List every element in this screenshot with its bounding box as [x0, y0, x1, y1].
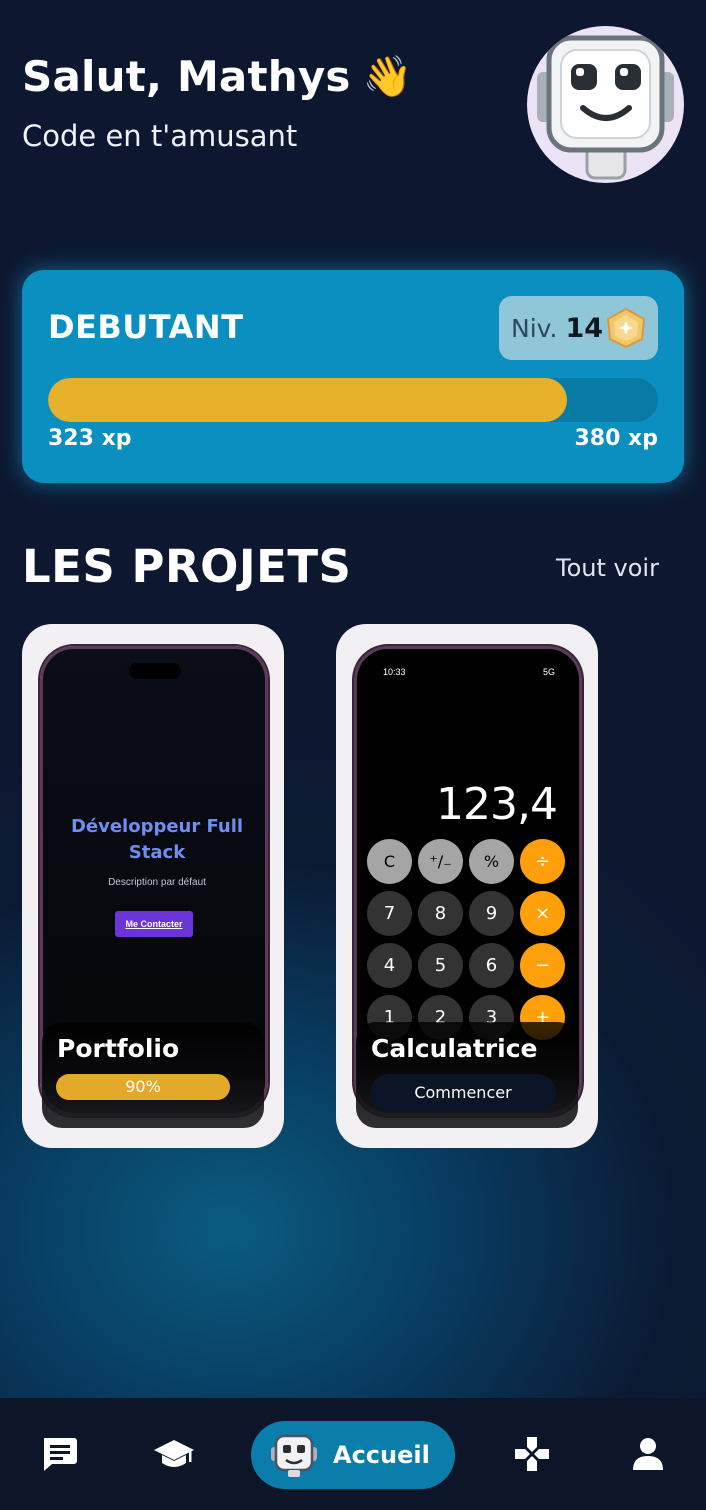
- nav-profile[interactable]: [626, 1432, 670, 1476]
- status-time: 10:33: [383, 667, 406, 677]
- xp-target: 380 xp: [574, 426, 658, 451]
- nav-home-label: Accueil: [333, 1441, 430, 1469]
- xp-progress-bar: [48, 378, 658, 422]
- calc-key: C: [367, 839, 412, 884]
- calc-key: 9: [469, 891, 514, 936]
- robot-avatar-icon: [537, 35, 674, 180]
- project-info: Calculatrice Commencer: [356, 1022, 578, 1128]
- nav-games[interactable]: [510, 1432, 554, 1476]
- calc-key: 4: [367, 943, 412, 988]
- xp-current: 323 xp: [48, 426, 132, 451]
- header: Salut, Mathys 👋 Code en t'amusant: [22, 52, 522, 153]
- level-card[interactable]: DEBUTANT Niv. 14 323 xp 380 xp: [22, 270, 684, 483]
- phone-notch: [129, 663, 181, 679]
- niv-label: Niv.: [511, 313, 558, 343]
- wave-icon: 👋: [362, 54, 413, 99]
- calc-key: −: [520, 943, 565, 988]
- calc-key: 7: [367, 891, 412, 936]
- nav-learn[interactable]: [152, 1432, 196, 1476]
- calc-keypad: C ⁺∕₋ % ÷ 7 8 9 × 4 5 6 − 1 2 3 +: [367, 839, 565, 1040]
- gamepad-icon: [515, 1437, 549, 1471]
- calc-key: ÷: [520, 839, 565, 884]
- calc-key: 6: [469, 943, 514, 988]
- level-rank: DEBUTANT: [48, 308, 244, 346]
- greeting-row: Salut, Mathys 👋: [22, 52, 522, 101]
- robot-icon: [271, 1434, 317, 1477]
- see-all-link[interactable]: Tout voir: [556, 554, 659, 582]
- calc-key: ⁺∕₋: [418, 839, 463, 884]
- calc-display: 123,4: [436, 779, 558, 830]
- calc-key: 8: [418, 891, 463, 936]
- profile-avatar[interactable]: [527, 26, 684, 183]
- project-name: Calculatrice: [371, 1034, 538, 1063]
- calc-key: ×: [520, 891, 565, 936]
- gem-icon: [606, 307, 646, 349]
- greeting-subtitle: Code en t'amusant: [22, 119, 298, 153]
- section-title: LES PROJETS: [22, 540, 352, 593]
- preview-title: Développeur Full Stack: [70, 816, 244, 863]
- preview-contact-button: Me Contacter: [115, 911, 193, 937]
- user-icon: [633, 1438, 663, 1470]
- calc-key: %: [469, 839, 514, 884]
- greeting-title: Salut, Mathys: [22, 52, 351, 101]
- project-progress: 90%: [56, 1074, 230, 1100]
- project-card-portfolio[interactable]: Développeur Full Stack Description par d…: [22, 624, 284, 1148]
- project-card-calculatrice[interactable]: 10:33 5G 123,4 C ⁺∕₋ % ÷ 7 8 9 × 4 5 6 −…: [336, 624, 598, 1148]
- calc-key: 5: [418, 943, 463, 988]
- start-button[interactable]: Commencer: [370, 1074, 556, 1112]
- project-info: Portfolio 90%: [42, 1022, 264, 1128]
- bottom-nav: Accueil: [0, 1398, 706, 1510]
- chat-icon: [44, 1438, 77, 1471]
- preview-description: Description par défaut: [108, 877, 206, 888]
- status-signal: 5G: [542, 667, 555, 677]
- niv-value: 14: [565, 312, 604, 344]
- graduation-cap-icon: [154, 1440, 194, 1467]
- xp-progress-fill: [48, 378, 567, 422]
- level-badge: Niv. 14: [499, 296, 658, 360]
- nav-home[interactable]: Accueil: [251, 1421, 455, 1489]
- project-name: Portfolio: [57, 1034, 180, 1063]
- nav-chat[interactable]: [37, 1432, 81, 1476]
